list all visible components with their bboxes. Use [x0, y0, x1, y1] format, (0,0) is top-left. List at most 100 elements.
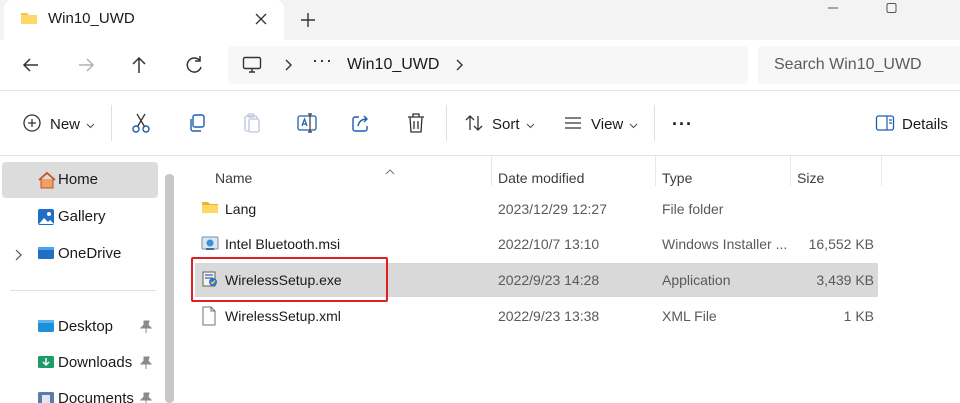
sidebar-item-documents[interactable]: Documents	[0, 381, 158, 403]
sidebar-item-home[interactable]: Home	[2, 162, 158, 198]
column-header-label: Size	[797, 170, 825, 186]
divider	[446, 105, 447, 141]
column-header-label: Date modified	[498, 170, 585, 186]
column-header-type[interactable]: Type	[662, 163, 782, 193]
share-icon	[351, 113, 371, 136]
breadcrumb-win10-uwd[interactable]: Win10_UWD	[347, 56, 439, 74]
column-divider[interactable]	[790, 156, 791, 186]
folder-icon	[201, 199, 219, 218]
column-divider[interactable]	[881, 156, 882, 186]
column-header-size[interactable]: Size	[797, 163, 877, 193]
navigation-bar: ··· Win10_UWD Search Win10_UWD	[0, 40, 960, 90]
file-size: 3,439 KB	[816, 272, 874, 288]
downloads-folder-icon	[37, 354, 55, 373]
onedrive-icon	[37, 245, 55, 264]
refresh-button[interactable]	[181, 52, 207, 78]
file-date: 2022/9/23 14:28	[498, 272, 600, 288]
home-icon	[37, 171, 57, 192]
more-options-button[interactable]: ···	[672, 111, 693, 137]
gallery-icon	[37, 208, 55, 229]
sort-ascending-icon	[385, 162, 395, 178]
forward-button[interactable]	[73, 52, 99, 78]
divider	[111, 105, 112, 141]
delete-button[interactable]	[406, 111, 426, 137]
divider	[10, 290, 156, 291]
file-row-wirelesssetup-xml[interactable]: WirelessSetup.xml 2022/9/23 13:38 XML Fi…	[195, 299, 878, 333]
tab-win10-uwd[interactable]: Win10_UWD	[4, 0, 284, 40]
trash-icon	[406, 112, 426, 137]
details-pane-icon	[875, 114, 895, 135]
sidebar-item-onedrive[interactable]: OneDrive	[0, 236, 158, 272]
file-date: 2023/12/29 12:27	[498, 201, 607, 217]
minimize-button[interactable]	[810, 0, 856, 20]
column-header-name[interactable]: Name	[215, 163, 493, 193]
sidebar-scrollbar-thumb[interactable]	[165, 174, 174, 403]
chevron-right-icon[interactable]	[283, 58, 293, 75]
sidebar-item-label: Gallery	[58, 208, 106, 225]
file-date: 2022/10/7 13:10	[498, 236, 600, 252]
file-type: File folder	[662, 201, 724, 217]
desktop-folder-icon	[37, 318, 55, 337]
file-list: Name Date modified Type Size Lang 2023/1…	[175, 156, 960, 403]
rename-button[interactable]	[296, 111, 318, 137]
this-pc-icon[interactable]	[242, 56, 262, 77]
xml-file-icon	[201, 306, 217, 329]
details-label: Details	[902, 115, 948, 133]
cut-button[interactable]	[131, 111, 151, 137]
up-button[interactable]	[126, 52, 152, 78]
command-bar: New Sort View ··· Details	[0, 90, 960, 156]
maximize-button[interactable]	[868, 0, 914, 20]
new-tab-button[interactable]	[297, 9, 319, 31]
search-input[interactable]: Search Win10_UWD	[758, 46, 960, 84]
scissors-icon	[131, 112, 151, 137]
share-button[interactable]	[351, 111, 371, 137]
paste-button[interactable]	[242, 111, 262, 137]
view-list-icon	[563, 113, 583, 136]
pin-icon[interactable]	[139, 320, 153, 337]
copy-button[interactable]	[187, 111, 207, 137]
sort-arrows-icon	[464, 113, 484, 136]
pin-icon[interactable]	[139, 356, 153, 373]
documents-folder-icon	[37, 390, 55, 403]
file-row-lang[interactable]: Lang 2023/12/29 12:27 File folder	[195, 192, 878, 226]
sidebar-item-downloads[interactable]: Downloads	[0, 345, 158, 381]
chevron-down-icon	[629, 116, 638, 132]
sidebar-item-label: Home	[58, 171, 99, 188]
navigation-pane: Home Gallery OneDrive Desktop Downloads	[0, 156, 175, 403]
chevron-right-icon[interactable]	[454, 58, 464, 75]
sidebar-item-gallery[interactable]: Gallery	[0, 199, 158, 235]
back-button[interactable]	[18, 52, 44, 78]
close-tab-icon[interactable]	[251, 9, 271, 29]
msi-installer-icon	[201, 234, 219, 255]
view-button[interactable]: View	[563, 111, 638, 137]
file-name: WirelessSetup.xml	[225, 308, 341, 324]
file-name: Intel Bluetooth.msi	[225, 236, 341, 252]
sidebar-item-label: OneDrive	[58, 245, 122, 262]
file-size: 16,552 KB	[808, 236, 874, 252]
column-header-label: Name	[215, 170, 253, 186]
sidebar-item-label: Desktop	[58, 318, 114, 335]
plus-circle-icon	[22, 113, 42, 136]
copy-icon	[187, 113, 207, 136]
file-row-intel-bluetooth-msi[interactable]: Intel Bluetooth.msi 2022/10/7 13:10 Wind…	[195, 227, 878, 261]
file-type: Application	[662, 272, 731, 288]
sort-button[interactable]: Sort	[464, 111, 535, 137]
sidebar-item-label: Documents	[58, 390, 134, 403]
column-divider[interactable]	[655, 156, 656, 186]
view-label: View	[591, 115, 624, 133]
chevron-right-icon[interactable]	[14, 248, 22, 264]
folder-icon	[20, 10, 38, 29]
file-date: 2022/9/23 13:38	[498, 308, 600, 324]
highlight-annotation-box	[191, 257, 388, 302]
tab-title: Win10_UWD	[48, 10, 135, 27]
pin-icon[interactable]	[139, 392, 153, 403]
column-header-label: Type	[662, 170, 693, 186]
breadcrumb-overflow[interactable]: ···	[312, 50, 333, 71]
column-header-date-modified[interactable]: Date modified	[498, 163, 648, 193]
address-bar[interactable]: ··· Win10_UWD	[228, 46, 748, 84]
sidebar-item-desktop[interactable]: Desktop	[0, 309, 158, 345]
column-divider[interactable]	[491, 156, 492, 186]
details-pane-button[interactable]: Details	[875, 111, 948, 137]
title-bar: Win10_UWD	[0, 0, 960, 40]
new-button[interactable]: New	[22, 111, 95, 137]
